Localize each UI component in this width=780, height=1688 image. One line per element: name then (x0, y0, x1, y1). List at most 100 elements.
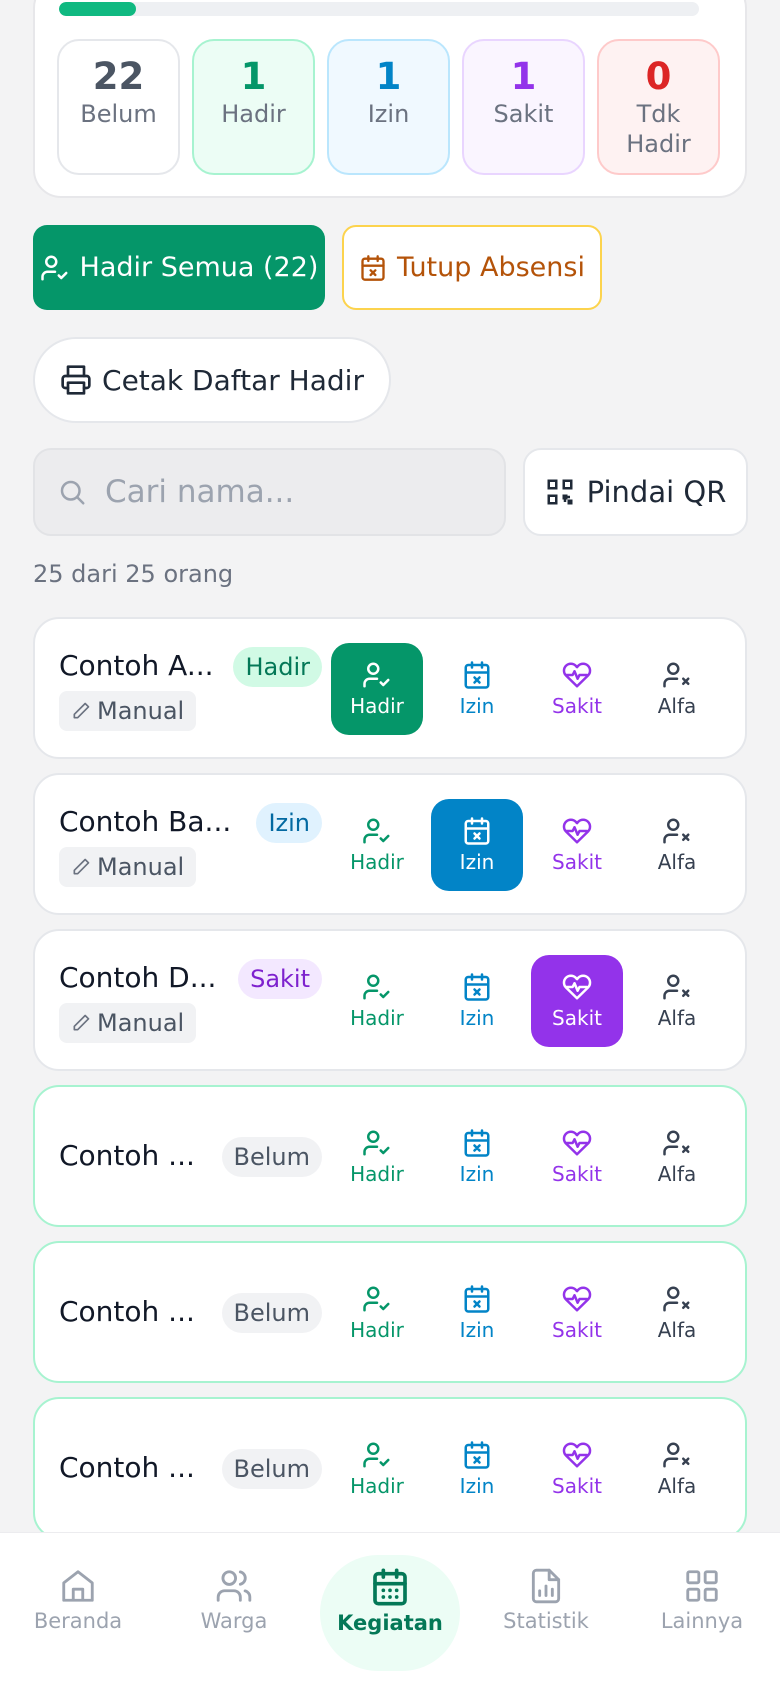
source-label: Manual (97, 853, 185, 881)
option-label: Izin (459, 1318, 495, 1342)
attendance-row: Contoh D... Sakit Manual Hadir Izin Sakit Alfa (33, 929, 747, 1071)
user-x-icon (663, 1130, 690, 1156)
nav-beranda[interactable]: Beranda (8, 1567, 148, 1633)
person-name: Contoh A... (59, 649, 214, 682)
nav-lainnya[interactable]: Lainnya (632, 1567, 772, 1633)
option-label: Hadir (350, 1006, 404, 1030)
option-label: Sakit (552, 694, 602, 718)
mark-hadir-button[interactable]: Hadir (331, 1111, 423, 1203)
mark-sakit-button[interactable]: Sakit (531, 1267, 623, 1359)
source-tag: Manual (59, 1003, 197, 1043)
search-icon (60, 480, 85, 505)
mark-sakit-button[interactable]: Sakit (531, 1423, 623, 1515)
printer-icon (61, 365, 91, 395)
option-label: Alfa (657, 850, 697, 874)
stat-value: 22 (92, 55, 145, 98)
stat-value: 1 (375, 55, 402, 98)
calendar-x-icon (464, 661, 490, 689)
stat-value: 1 (510, 55, 537, 98)
user-check-icon (363, 818, 390, 844)
mark-izin-button[interactable]: Izin (431, 1111, 523, 1203)
stat-value: 0 (645, 55, 672, 98)
mark-alfa-button[interactable]: Alfa (631, 799, 723, 891)
user-check-icon (40, 255, 68, 280)
calendar-x-icon (464, 973, 490, 1001)
mark-sakit-button[interactable]: Sakit (531, 955, 623, 1047)
mark-izin-button[interactable]: Izin (431, 1267, 523, 1359)
calendar-x-icon (464, 1441, 490, 1469)
status-badge: Belum (221, 1137, 322, 1177)
search-input[interactable] (105, 474, 465, 510)
source-label: Manual (97, 1009, 185, 1037)
stat-label: Belum (80, 100, 157, 128)
heart-pulse-icon (562, 662, 592, 688)
mark-sakit-button[interactable]: Sakit (531, 799, 623, 891)
grid-icon (686, 1570, 718, 1602)
result-count: 25 dari 25 orang (33, 560, 234, 588)
nav-label: Statistik (503, 1609, 589, 1633)
mark-alfa-button[interactable]: Alfa (631, 643, 723, 735)
mark-izin-button[interactable]: Izin (431, 799, 523, 891)
mark-sakit-button[interactable]: Sakit (531, 1111, 623, 1203)
pencil-icon (73, 702, 90, 719)
mark-hadir-button[interactable]: Hadir (331, 955, 423, 1047)
stat-label: Izin (367, 100, 410, 128)
calendar-x-icon (464, 1129, 490, 1157)
attendance-row: Contoh ... Belum Hadir Izin Sakit Alfa (33, 1397, 747, 1539)
stat-value: 1 (240, 55, 267, 98)
calendar-x-icon (464, 1285, 490, 1313)
option-label: Hadir (350, 850, 404, 874)
scan-qr-label: Pindai QR (586, 475, 727, 509)
nav-warga[interactable]: Warga (164, 1567, 304, 1633)
nav-label: Kegiatan (337, 1611, 443, 1635)
option-label: Sakit (552, 850, 602, 874)
calendar-x-icon (361, 254, 385, 281)
person-name: Contoh ... (59, 1295, 195, 1328)
option-label: Sakit (552, 1318, 602, 1342)
stat-izin: 1 Izin (327, 39, 450, 175)
status-badge: Belum (221, 1449, 322, 1489)
scan-qr-button[interactable]: Pindai QR (523, 448, 748, 536)
mark-izin-button[interactable]: Izin (431, 1423, 523, 1515)
stat-label: Tdk Hadir (626, 100, 691, 158)
person-name: Contoh D... (59, 961, 217, 994)
mark-alfa-button[interactable]: Alfa (631, 1111, 723, 1203)
option-label: Izin (459, 1474, 495, 1498)
mark-hadir-button[interactable]: Hadir (331, 643, 423, 735)
mark-izin-button[interactable]: Izin (431, 643, 523, 735)
mark-hadir-button[interactable]: Hadir (331, 1423, 423, 1515)
attendance-progress-bar (59, 2, 699, 16)
mark-alfa-button[interactable]: Alfa (631, 1267, 723, 1359)
source-tag: Manual (59, 691, 197, 731)
stat-hadir: 1 Hadir (192, 39, 315, 175)
tutup-absensi-button[interactable]: Tutup Absensi (342, 225, 602, 310)
source-tag: Manual (59, 847, 197, 887)
tutup-absensi-label: Tutup Absensi (397, 252, 585, 283)
option-label: Alfa (657, 694, 697, 718)
mark-alfa-button[interactable]: Alfa (631, 1423, 723, 1515)
nav-kegiatan[interactable]: Kegiatan (320, 1567, 460, 1635)
mark-hadir-button[interactable]: Hadir (331, 799, 423, 891)
heart-pulse-icon (562, 974, 592, 1000)
option-label: Izin (459, 1162, 495, 1186)
hadir-semua-button[interactable]: Hadir Semua (22) (33, 225, 325, 310)
mark-sakit-button[interactable]: Sakit (531, 643, 623, 735)
home-icon (62, 1570, 94, 1602)
cetak-daftar-hadir-button[interactable]: Cetak Daftar Hadir (33, 337, 391, 423)
option-label: Sakit (552, 1162, 602, 1186)
pencil-icon (73, 1014, 90, 1031)
mark-hadir-button[interactable]: Hadir (331, 1267, 423, 1359)
mark-alfa-button[interactable]: Alfa (631, 955, 723, 1047)
mark-izin-button[interactable]: Izin (431, 955, 523, 1047)
user-x-icon (663, 818, 690, 844)
person-name: Contoh ... (59, 1451, 195, 1484)
user-check-icon (363, 1130, 390, 1156)
nav-statistik[interactable]: Statistik (476, 1567, 616, 1633)
user-x-icon (663, 1442, 690, 1468)
option-label: Sakit (552, 1474, 602, 1498)
option-label: Alfa (657, 1162, 697, 1186)
pencil-icon (73, 858, 90, 875)
user-check-icon (363, 1286, 390, 1312)
option-label: Sakit (552, 1006, 602, 1030)
user-check-icon (363, 974, 390, 1000)
